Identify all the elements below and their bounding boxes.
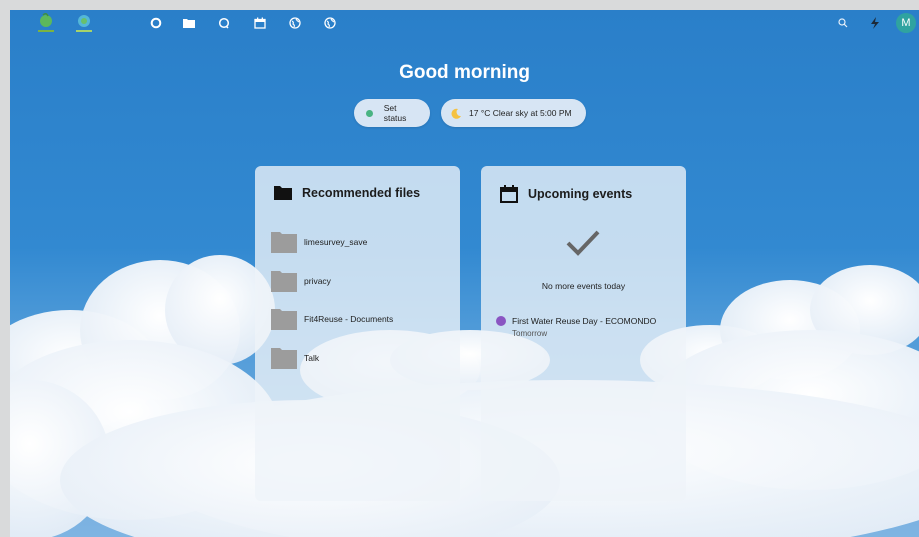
search-icon[interactable] [835, 15, 851, 31]
file-name: Fit4Reuse - Documents [304, 314, 394, 324]
folder-icon [271, 270, 297, 292]
calendar-icon [500, 185, 518, 203]
event-item[interactable]: First Water Reuse Day - ECOMONDO Tomorro… [496, 316, 656, 338]
globe-icon[interactable] [287, 15, 303, 31]
brand-logo-icon[interactable] [34, 12, 58, 34]
recommended-files-header: Recommended files [274, 185, 420, 200]
partner-logo-icon[interactable] [70, 12, 94, 34]
upcoming-events-panel: Upcoming events No more events today Fir… [481, 166, 686, 501]
recommended-files-panel: Recommended files limesurvey_save privac… [255, 166, 460, 501]
avatar[interactable]: M [896, 13, 916, 33]
no-events-text: No more events today [541, 281, 626, 291]
folder-icon [271, 347, 297, 369]
recommended-files-title: Recommended files [302, 185, 421, 200]
event-time: Tomorrow [512, 329, 548, 338]
upcoming-events-title: Upcoming events [528, 187, 633, 201]
online-status-dot [366, 109, 373, 117]
search-circle-icon[interactable] [216, 15, 232, 31]
folder-icon [271, 308, 297, 330]
cloud-background [10, 255, 919, 537]
checkmark-icon [565, 229, 601, 262]
activity-icon[interactable] [867, 15, 883, 31]
files-icon[interactable] [181, 15, 197, 31]
globe-alt-icon[interactable] [322, 15, 338, 31]
folder-icon [271, 231, 297, 253]
list-item[interactable]: Talk [271, 347, 319, 369]
weather-label: 17 °C Clear sky at 5:00 PM [469, 108, 572, 118]
file-name: privacy [304, 276, 331, 286]
moon-icon [451, 108, 462, 119]
file-name: Talk [304, 353, 320, 363]
event-color-dot [496, 316, 506, 326]
list-item[interactable]: limesurvey_save [271, 231, 367, 253]
folder-icon [274, 185, 292, 200]
dashboard-icon[interactable] [148, 15, 164, 31]
greeting-title: Good morning [399, 62, 530, 83]
calendar-icon[interactable] [252, 15, 268, 31]
top-bar: M [10, 10, 919, 36]
weather-button[interactable]: 17 °C Clear sky at 5:00 PM [441, 99, 586, 127]
set-status-button[interactable]: Set status [354, 99, 430, 127]
file-name: limesurvey_save [304, 237, 368, 247]
dashboard-screen: M Good morning Set status 17 °C Clear sk… [10, 10, 919, 537]
set-status-label: Set status [383, 103, 407, 123]
list-item[interactable]: privacy [271, 270, 331, 292]
upcoming-events-header: Upcoming events [500, 185, 632, 203]
list-item[interactable]: Fit4Reuse - Documents [271, 308, 393, 330]
event-title: First Water Reuse Day - ECOMONDO [512, 316, 657, 326]
